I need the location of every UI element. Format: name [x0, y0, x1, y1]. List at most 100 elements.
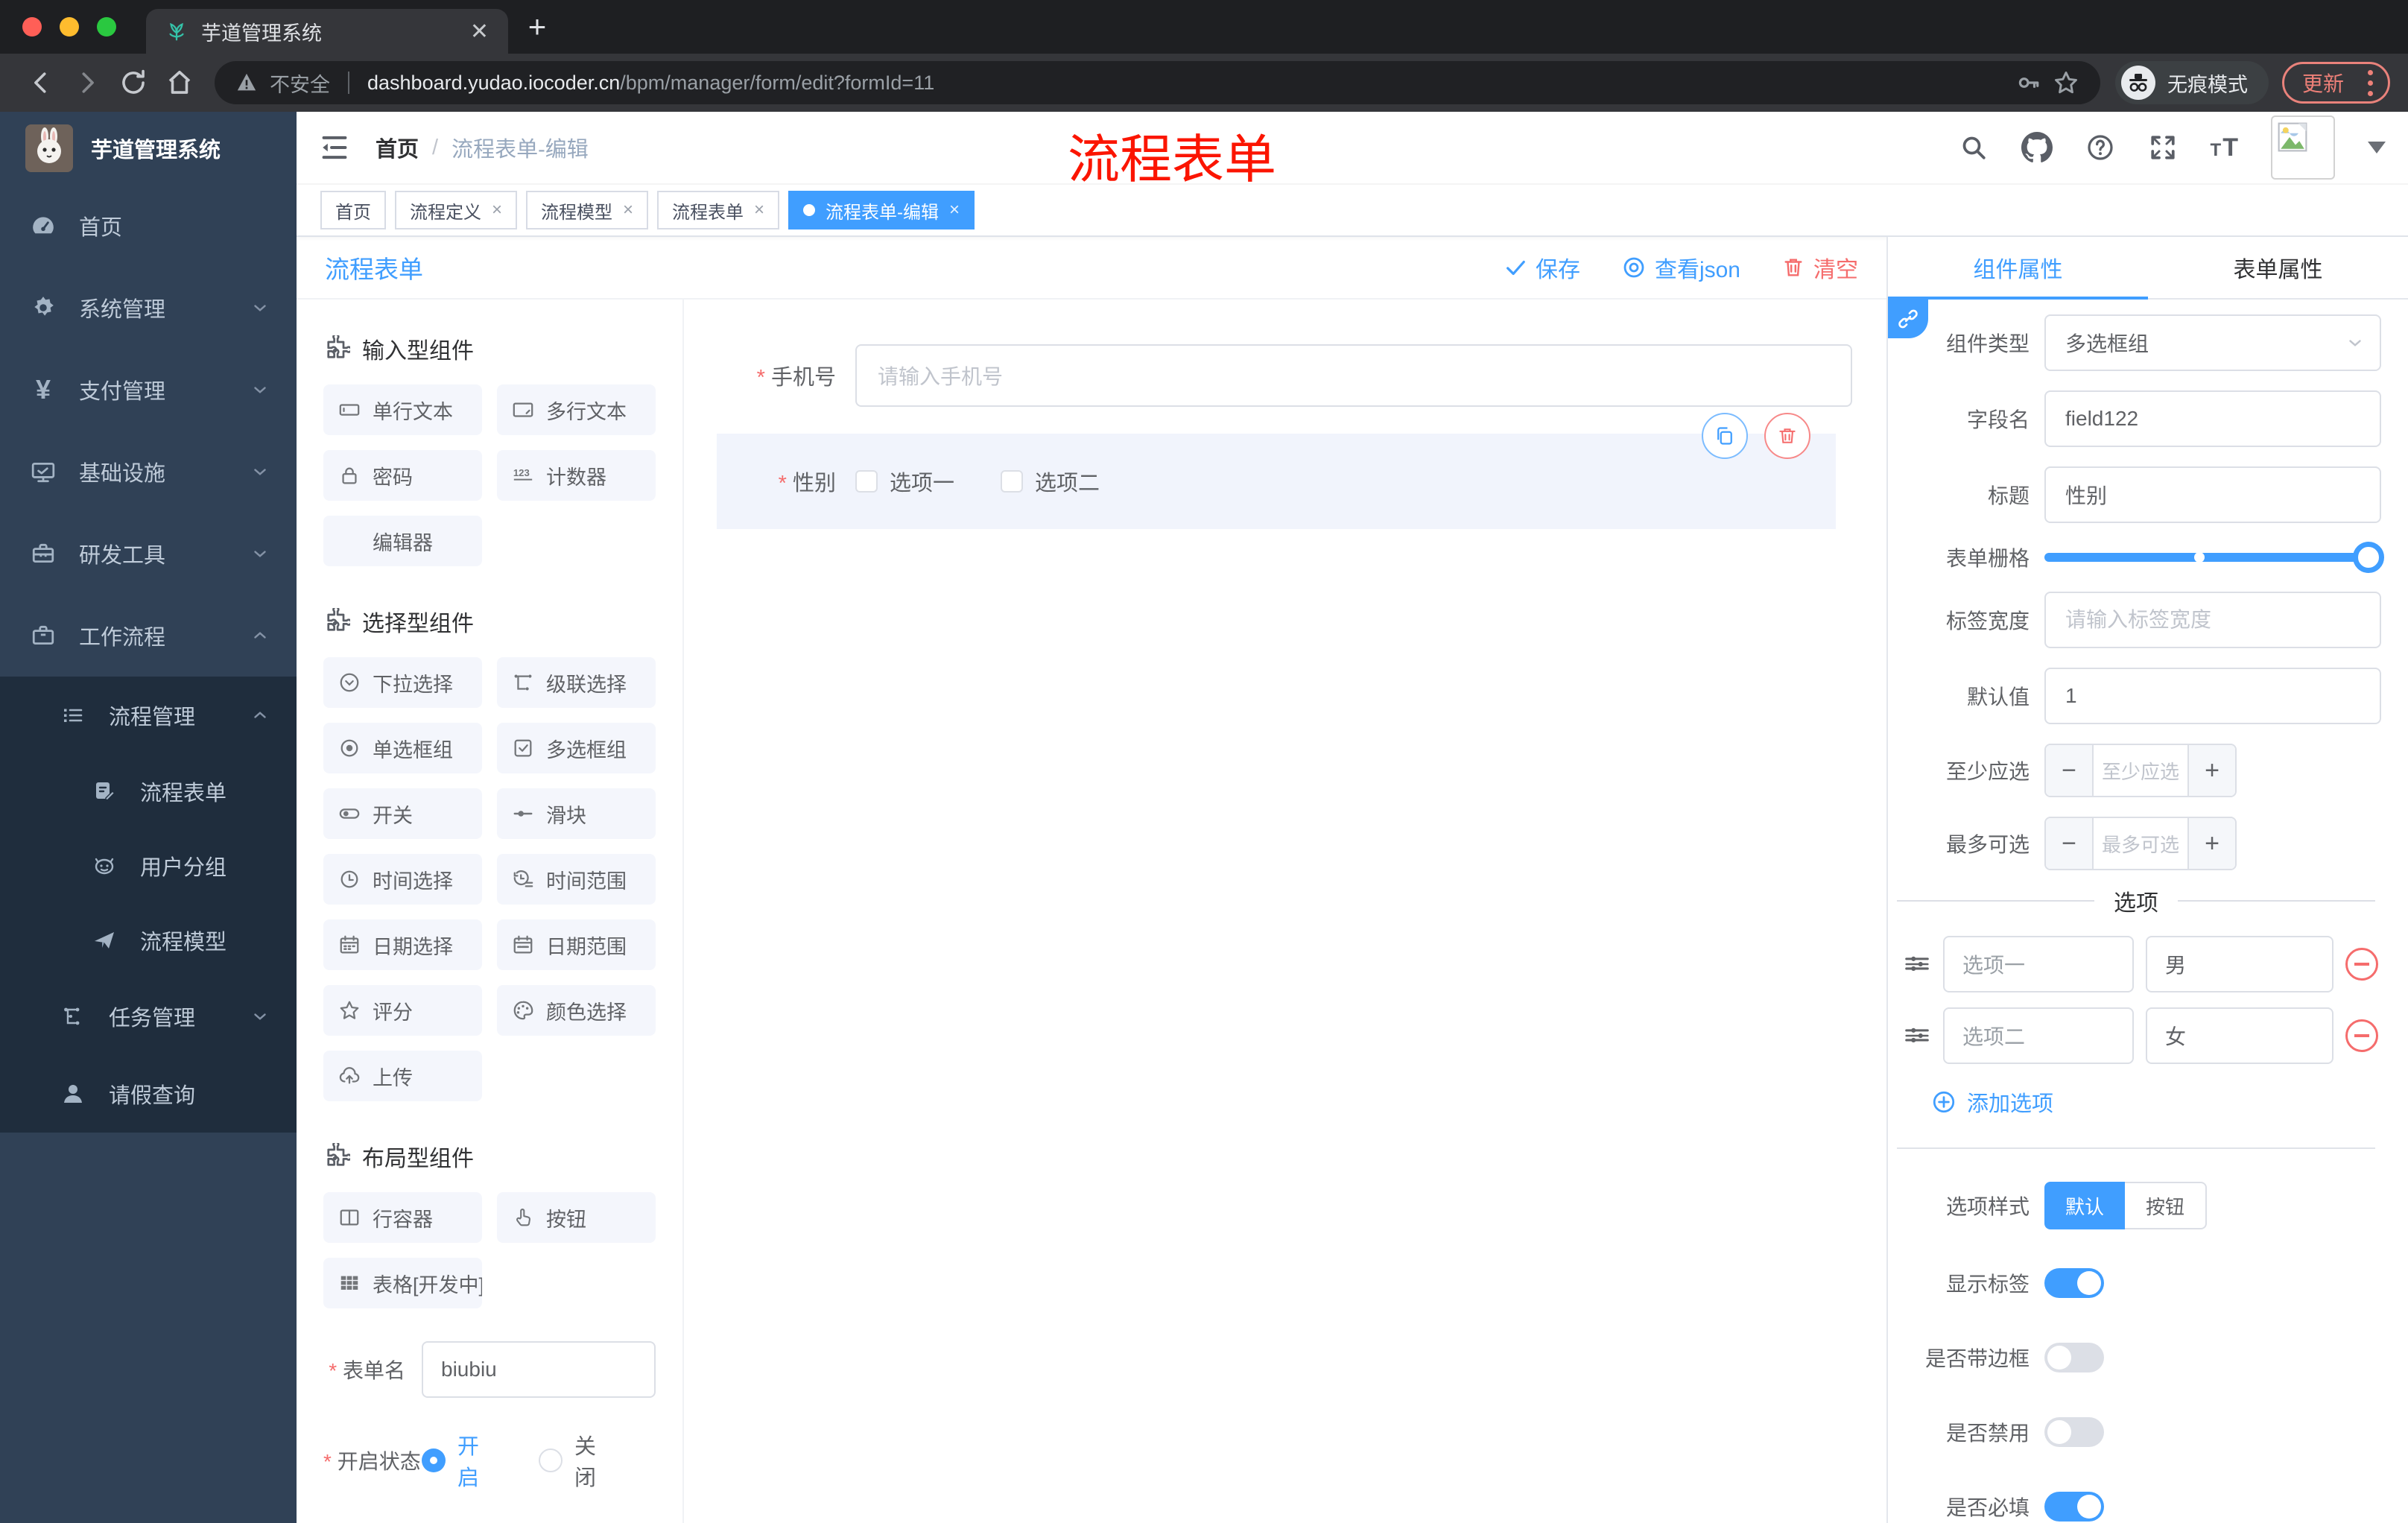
address-bar[interactable]: 不安全 dashboard.yudao.iocoder.cn/bpm/manag…	[215, 61, 2100, 104]
sidebar-item-process-mgmt[interactable]: 流程管理	[0, 677, 297, 754]
sidebar-logo[interactable]: 芋道管理系统	[0, 112, 297, 185]
palette-item-checkbox-group[interactable]: 多选框组	[497, 723, 656, 773]
component-type-value[interactable]	[2044, 314, 2381, 371]
sidebar-item-home[interactable]: 首页	[0, 185, 297, 267]
palette-item-editor[interactable]: 编辑器	[323, 516, 482, 566]
sidebar-item-payment[interactable]: ¥ 支付管理	[0, 349, 297, 431]
link-drawer-handle[interactable]	[1888, 300, 1928, 338]
palette-item-upload[interactable]: 上传	[323, 1051, 482, 1101]
tag-close-icon[interactable]: ×	[949, 200, 960, 221]
tag-close-icon[interactable]: ×	[623, 200, 633, 221]
drag-handle-icon[interactable]	[1903, 1022, 1931, 1050]
default-value-input[interactable]	[2044, 668, 2381, 724]
slider-handle[interactable]	[2353, 542, 2384, 573]
status-off-radio[interactable]: 关闭	[539, 1429, 615, 1492]
sidebar-item-process-model[interactable]: 流程模型	[0, 903, 297, 978]
close-window-button[interactable]	[22, 17, 42, 37]
sidebar-item-process-form[interactable]: 流程表单	[0, 754, 297, 829]
home-icon[interactable]	[156, 60, 203, 106]
style-button-button[interactable]: 按钮	[2125, 1182, 2208, 1229]
form-grid-slider[interactable]	[2044, 542, 2384, 573]
min-checked-stepper[interactable]: − 至少应选 +	[2044, 744, 2237, 797]
sidebar-item-workflow[interactable]: 工作流程	[0, 595, 297, 677]
option-1-label-input[interactable]	[1943, 936, 2134, 992]
status-on-radio[interactable]: 开启	[422, 1429, 498, 1492]
tag-close-icon[interactable]: ×	[754, 200, 764, 221]
option-2-value-input[interactable]	[2146, 1007, 2333, 1064]
avatar[interactable]	[2271, 115, 2335, 180]
sidebar-fold-icon[interactable]	[319, 132, 350, 163]
github-icon[interactable]	[2021, 132, 2053, 163]
tag-process-definition[interactable]: 流程定义 ×	[395, 191, 518, 229]
save-button[interactable]: 保存	[1504, 251, 1580, 284]
canvas-field-gender-selected[interactable]: 性别 选项一 选项二	[717, 413, 1836, 529]
max-checked-value[interactable]: 最多可选	[2092, 818, 2189, 869]
bookmark-star-icon[interactable]	[2053, 69, 2079, 96]
decrease-button[interactable]: −	[2046, 818, 2092, 869]
gender-option-2-checkbox[interactable]: 选项二	[1001, 466, 1100, 497]
palette-item-color-picker[interactable]: 颜色选择	[497, 985, 656, 1036]
sidebar-item-leave-query[interactable]: 请假查询	[0, 1055, 297, 1133]
window-controls[interactable]	[22, 17, 116, 37]
slider-track[interactable]	[2044, 553, 2381, 562]
show-label-switch[interactable]	[2044, 1268, 2104, 1298]
phone-input[interactable]: 请输入手机号	[855, 344, 1852, 407]
remove-option-button[interactable]	[2345, 948, 2378, 981]
back-icon[interactable]	[18, 60, 64, 106]
canvas-field-phone[interactable]: 手机号 请输入手机号	[702, 344, 1852, 407]
tab-component-props[interactable]: 组件属性	[1888, 237, 2148, 300]
sidebar-item-devtools[interactable]: 研发工具	[0, 513, 297, 595]
style-default-button[interactable]: 默认	[2044, 1182, 2126, 1229]
search-icon[interactable]	[1959, 133, 1989, 162]
maximize-window-button[interactable]	[97, 17, 116, 37]
palette-item-button[interactable]: 按钮	[497, 1192, 656, 1243]
min-checked-value[interactable]: 至少应选	[2092, 745, 2189, 796]
browser-menu-icon[interactable]	[2360, 69, 2380, 96]
palette-item-switch[interactable]: 开关	[323, 788, 482, 839]
palette-item-password[interactable]: 密码	[323, 450, 482, 501]
field-name-input[interactable]	[2044, 390, 2381, 447]
browser-update-button[interactable]: 更新	[2281, 62, 2390, 104]
disabled-switch[interactable]	[2044, 1417, 2104, 1447]
palette-item-rate[interactable]: 评分	[323, 985, 482, 1036]
palette-item-counter[interactable]: 123 计数器	[497, 450, 656, 501]
gender-option-1-checkbox[interactable]: 选项一	[855, 466, 954, 497]
form-name-input[interactable]	[422, 1341, 656, 1398]
tab-close-icon[interactable]: ✕	[470, 19, 489, 45]
remove-option-button[interactable]	[2345, 1019, 2378, 1052]
sidebar-item-task-mgmt[interactable]: 任务管理	[0, 978, 297, 1055]
increase-button[interactable]: +	[2189, 818, 2235, 869]
fullscreen-icon[interactable]	[2148, 133, 2178, 162]
form-canvas[interactable]: 手机号 请输入手机号	[684, 300, 1886, 1523]
tag-close-icon[interactable]: ×	[492, 200, 502, 221]
sidebar-item-infra[interactable]: 基础设施	[0, 431, 297, 513]
new-tab-button[interactable]: +	[516, 5, 559, 48]
title-input[interactable]	[2044, 466, 2381, 523]
option-1-value-input[interactable]	[2146, 936, 2333, 992]
palette-item-radio-group[interactable]: 单选框组	[323, 723, 482, 773]
url-text[interactable]: dashboard.yudao.iocoder.cn/bpm/manager/f…	[367, 72, 934, 95]
drag-handle-icon[interactable]	[1903, 950, 1931, 978]
label-width-input[interactable]	[2044, 592, 2381, 648]
font-size-icon[interactable]: TT	[2211, 133, 2238, 162]
palette-item-time-picker[interactable]: 时间选择	[323, 854, 482, 905]
password-key-icon[interactable]	[2015, 70, 2041, 95]
security-warning-icon[interactable]	[235, 72, 258, 94]
add-option-button[interactable]: 添加选项	[1931, 1086, 2384, 1118]
palette-item-table[interactable]: 表格[开发中]	[323, 1258, 482, 1308]
tab-form-props[interactable]: 表单属性	[2148, 237, 2408, 298]
tag-process-model[interactable]: 流程模型 ×	[526, 191, 649, 229]
browser-tab[interactable]: 芋道管理系统 ✕	[146, 9, 508, 54]
max-checked-stepper[interactable]: − 最多可选 +	[2044, 817, 2237, 870]
clear-button[interactable]: 清空	[1782, 251, 1858, 284]
palette-item-cascader[interactable]: 级联选择	[497, 657, 656, 708]
palette-item-date-range[interactable]: 日期范围	[497, 919, 656, 970]
component-type-select[interactable]	[2044, 314, 2381, 371]
minimize-window-button[interactable]	[60, 17, 79, 37]
palette-item-time-range[interactable]: 时间范围	[497, 854, 656, 905]
palette-item-select[interactable]: 下拉选择	[323, 657, 482, 708]
sidebar-item-user-group[interactable]: 用户分组	[0, 829, 297, 903]
palette-item-multi-text[interactable]: 多行文本	[497, 384, 656, 435]
border-switch[interactable]	[2044, 1343, 2104, 1372]
palette-item-row-container[interactable]: 行容器	[323, 1192, 482, 1243]
